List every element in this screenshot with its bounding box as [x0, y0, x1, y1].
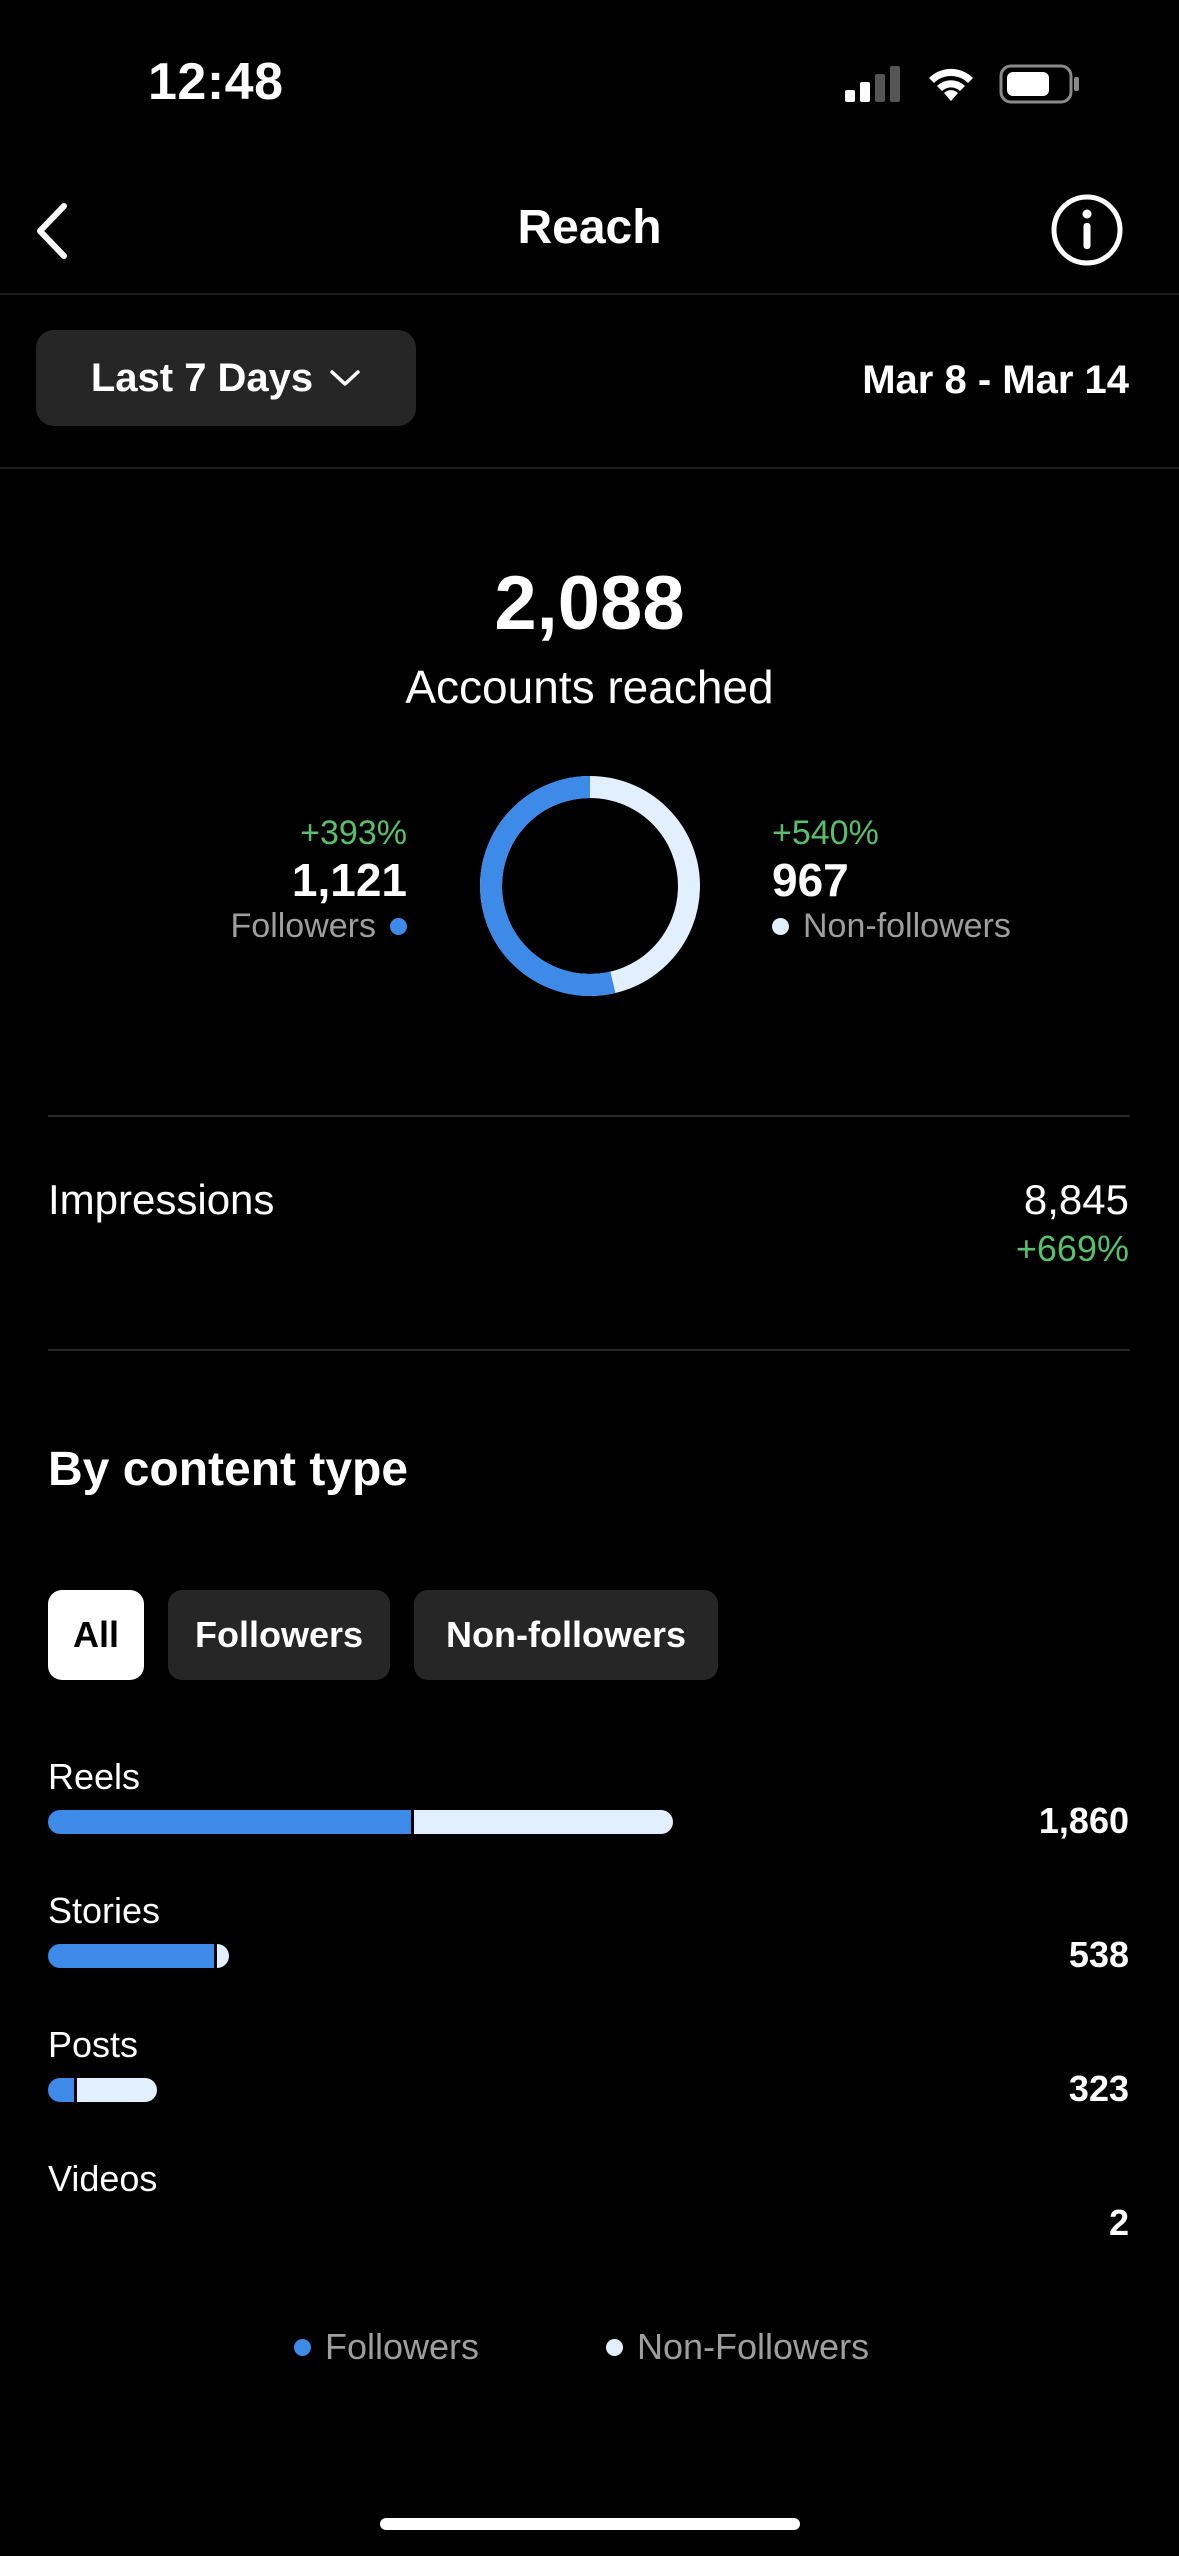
non-followers-change: +540% — [772, 814, 879, 852]
followers-stat: +393% 1,121 Followers — [231, 814, 407, 946]
date-range-text: Mar 8 - Mar 14 — [862, 358, 1129, 402]
content-type-bar-reels — [48, 1810, 673, 1834]
tab-non-followers[interactable]: Non-followers — [414, 1590, 718, 1680]
status-icons — [845, 64, 1081, 104]
section-divider — [48, 1115, 1130, 1117]
accounts-reached-count: 2,088 — [494, 561, 685, 646]
info-icon[interactable] — [1047, 190, 1127, 270]
impressions-label: Impressions — [48, 1176, 275, 1223]
followers-label-row: Followers — [231, 907, 407, 946]
tab-all[interactable]: All — [48, 1590, 144, 1680]
bar-followers-segment — [48, 1810, 411, 1834]
content-type-bar-posts — [48, 2078, 157, 2102]
content-type-title: By content type — [48, 1443, 409, 1496]
bar-non-followers-segment — [74, 2078, 157, 2102]
legend-non-followers: Non-Followers — [606, 2326, 869, 2368]
impressions-change: +669% — [1015, 1228, 1129, 1269]
chevron-down-icon — [330, 370, 360, 386]
tab-followers[interactable]: Followers — [168, 1590, 390, 1680]
accounts-reached-label: Accounts reached — [405, 661, 774, 713]
non-followers-stat: +540% 967 Non-followers — [772, 814, 1011, 946]
impressions-value: 8,845 — [1023, 1176, 1129, 1223]
legend-followers-dot — [294, 2338, 311, 2356]
bar-non-followers-segment — [410, 1810, 673, 1834]
non-followers-dot — [772, 918, 789, 935]
non-followers-label-row: Non-followers — [772, 907, 1011, 946]
bar-followers-segment — [48, 1944, 215, 1968]
wifi-icon — [929, 68, 973, 101]
non-followers-label: Non-followers — [803, 907, 1011, 945]
content-type-label-videos: Videos — [48, 2158, 158, 2199]
content-type-value-videos: 2 — [1108, 2202, 1129, 2243]
date-range-dropdown-label: Last 7 Days — [90, 355, 314, 400]
legend-followers-label: Followers — [325, 2326, 480, 2367]
followers-label: Followers — [230, 907, 376, 945]
followers-dot — [390, 918, 407, 935]
bar-followers-segment — [48, 2078, 75, 2102]
content-type-label-reels: Reels — [48, 1756, 141, 1797]
legend-non-followers-label: Non-Followers — [637, 2326, 870, 2367]
page-title: Reach — [517, 201, 662, 254]
reach-donut-chart — [480, 776, 700, 996]
non-followers-count: 967 — [772, 854, 849, 906]
section-divider — [48, 1349, 1130, 1351]
content-type-label-posts: Posts — [48, 2024, 139, 2065]
date-range-dropdown[interactable]: Last 7 Days — [36, 330, 416, 426]
nav-divider — [0, 293, 1179, 295]
content-type-value-reels: 1,860 — [1038, 1800, 1129, 1841]
battery-icon — [999, 64, 1079, 104]
followers-change: +393% — [300, 814, 407, 852]
content-type-value-stories: 538 — [1068, 1934, 1129, 1975]
filter-divider — [0, 467, 1179, 469]
content-type-value-posts: 323 — [1068, 2068, 1129, 2109]
legend-non-followers-dot — [606, 2338, 623, 2356]
legend-followers: Followers — [294, 2326, 479, 2368]
content-type-bar-stories — [48, 1944, 229, 1968]
content-type-label-stories: Stories — [48, 1890, 161, 1931]
signal-icon — [845, 66, 900, 102]
bar-non-followers-segment — [214, 1944, 229, 1968]
status-time: 12:48 — [148, 53, 284, 111]
home-indicator[interactable] — [380, 2518, 800, 2530]
followers-count: 1,121 — [291, 854, 407, 906]
